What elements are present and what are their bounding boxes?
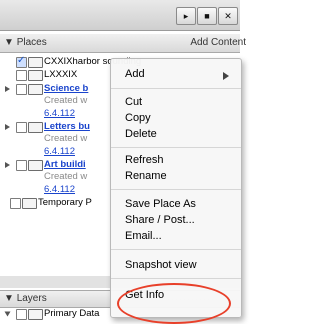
tree-item-link[interactable]: Letters bu bbox=[44, 121, 90, 133]
menu-item-add[interactable]: Add bbox=[125, 68, 145, 80]
checkbox[interactable] bbox=[16, 160, 27, 171]
checkbox[interactable] bbox=[16, 70, 27, 81]
disclosure-triangle-icon[interactable] bbox=[5, 162, 10, 168]
menu-item-refresh[interactable]: Refresh bbox=[125, 154, 164, 166]
folder-icon bbox=[28, 122, 43, 133]
close-button[interactable]: ✕ bbox=[218, 7, 238, 25]
checkbox[interactable] bbox=[16, 122, 27, 133]
folder-icon bbox=[28, 309, 43, 320]
menu-item-cut[interactable]: Cut bbox=[125, 96, 142, 108]
tree-item-subtitle: Created w bbox=[44, 133, 88, 144]
folder-icon bbox=[22, 198, 37, 209]
checkbox[interactable] bbox=[16, 55, 27, 68]
tree-item-version[interactable]: 6.4.112 bbox=[44, 146, 75, 158]
tree-item-version[interactable]: 6.4.112 bbox=[44, 108, 75, 120]
menu-item-snapshot-view[interactable]: Snapshot view bbox=[125, 259, 197, 271]
placemark-icon bbox=[28, 70, 43, 81]
checkbox[interactable] bbox=[10, 198, 21, 209]
tree-item-version[interactable]: 6.4.112 bbox=[44, 184, 75, 196]
submenu-arrow-icon bbox=[223, 72, 229, 80]
disclosure-triangle-icon[interactable] bbox=[5, 124, 10, 130]
menu-separator bbox=[111, 147, 241, 148]
add-content-label[interactable]: Add Content bbox=[190, 37, 246, 48]
tree-item-label: LXXXIX bbox=[44, 69, 78, 80]
disclosure-triangle-icon[interactable] bbox=[5, 86, 10, 92]
menu-item-save-place-as[interactable]: Save Place As bbox=[125, 198, 196, 210]
checkbox[interactable] bbox=[16, 84, 27, 95]
disclosure-triangle-icon[interactable] bbox=[4, 311, 11, 317]
tree-item-subtitle: Created w bbox=[44, 171, 88, 182]
stop-button[interactable]: ■ bbox=[197, 7, 217, 25]
context-menu: Add Cut Copy Delete Refresh Rename Save … bbox=[110, 58, 242, 318]
tree-item-link[interactable]: Science b bbox=[44, 83, 88, 95]
places-header[interactable]: ▼ Places Add Content bbox=[0, 34, 246, 53]
menu-item-share-post[interactable]: Share / Post... bbox=[125, 214, 195, 226]
menu-separator bbox=[111, 249, 241, 250]
menu-separator bbox=[111, 189, 241, 190]
folder-icon bbox=[28, 84, 43, 95]
tree-item-link[interactable]: Art buildi bbox=[44, 159, 86, 171]
menu-item-delete[interactable]: Delete bbox=[125, 128, 157, 140]
play-button[interactable]: ▸ bbox=[176, 7, 196, 25]
menu-item-rename[interactable]: Rename bbox=[125, 170, 167, 182]
menu-separator bbox=[111, 278, 241, 279]
menu-separator bbox=[111, 88, 241, 89]
layer-label: Primary Data bbox=[44, 308, 100, 319]
tree-item-subtitle: Created w bbox=[44, 95, 88, 106]
places-title: ▼ Places bbox=[4, 37, 47, 48]
menu-item-copy[interactable]: Copy bbox=[125, 112, 151, 124]
layers-title: ▼ Layers bbox=[4, 293, 47, 304]
folder-icon bbox=[28, 160, 43, 171]
toolbar: ▸ ■ ✕ bbox=[0, 0, 240, 31]
menu-item-email[interactable]: Email... bbox=[125, 230, 162, 242]
tree-item-label: Temporary P bbox=[38, 197, 92, 208]
placemark-icon bbox=[28, 57, 43, 68]
checkbox[interactable] bbox=[16, 309, 27, 320]
